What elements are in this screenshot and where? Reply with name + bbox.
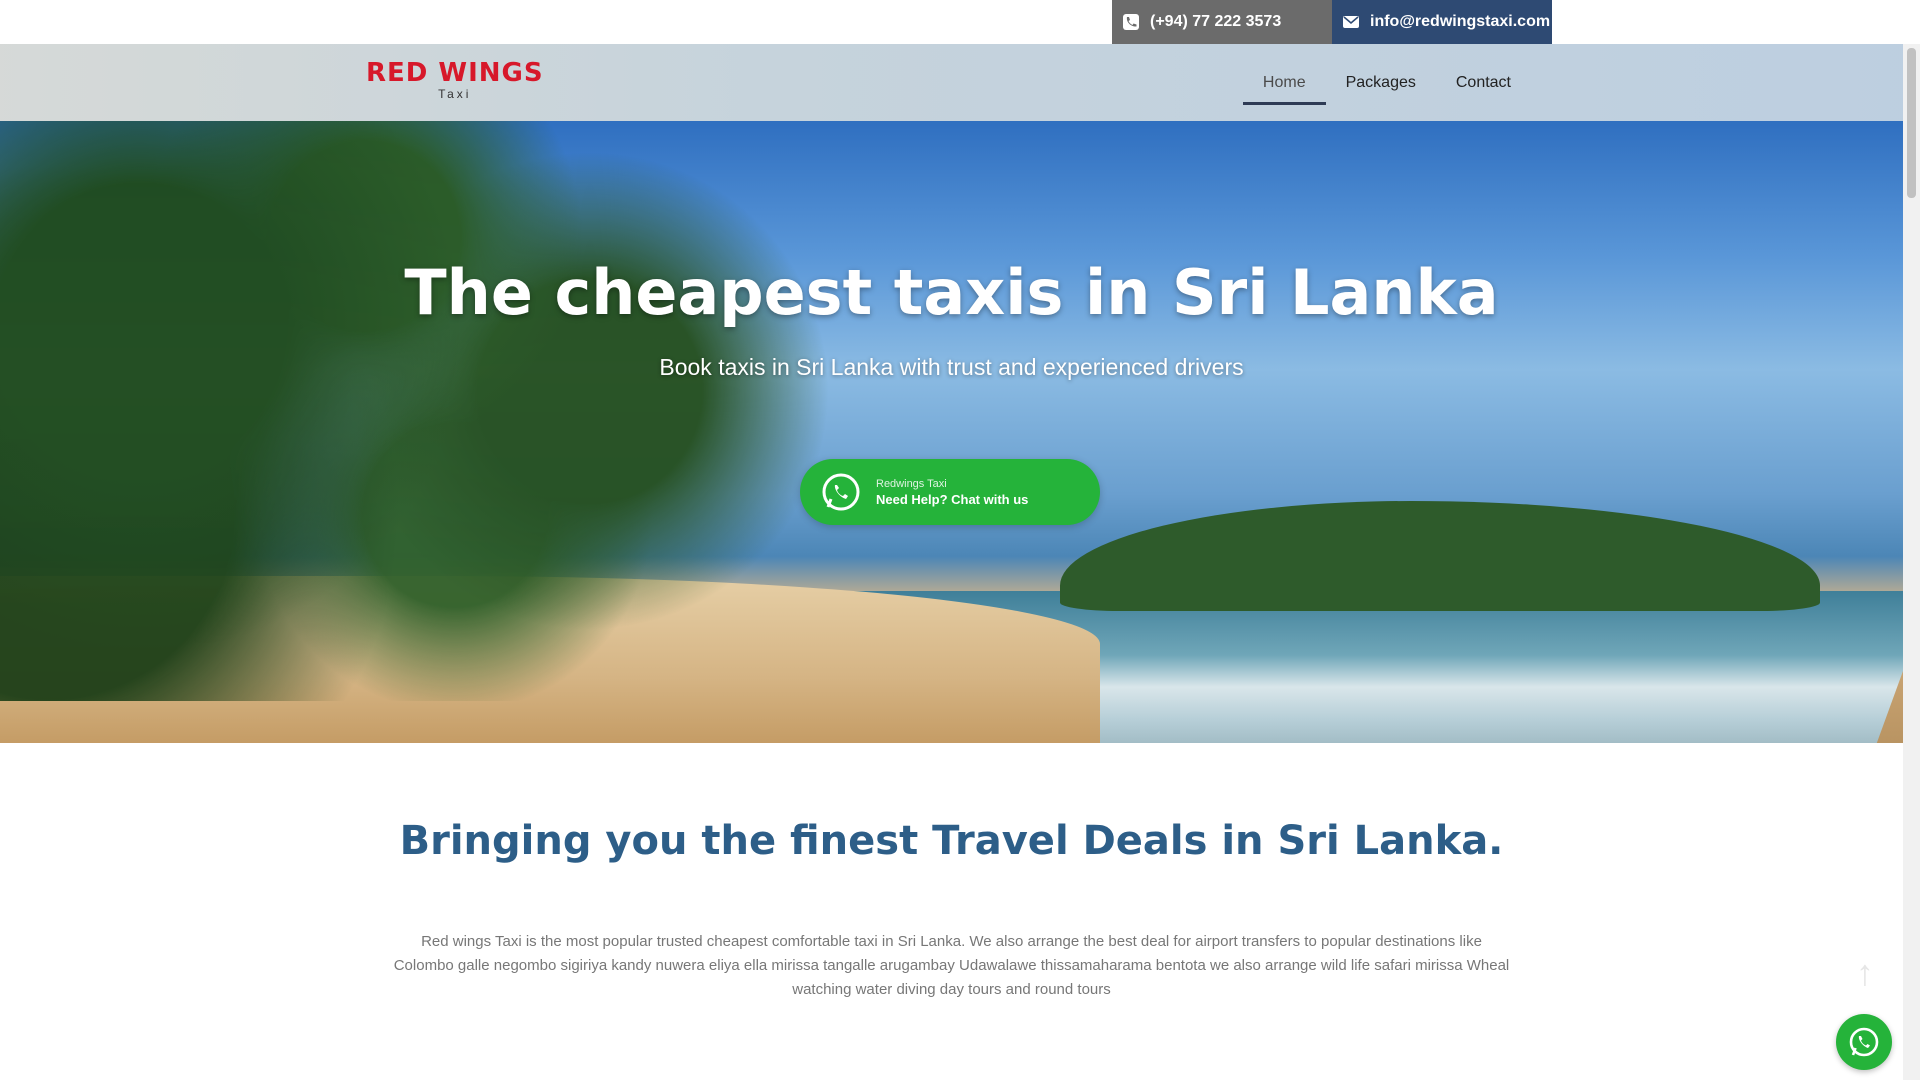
arrow-up-icon: ↑: [1856, 952, 1874, 993]
logo-subtitle: Taxi: [438, 87, 472, 101]
main-nav: Home Packages Contact: [1242, 44, 1531, 121]
nav-packages[interactable]: Packages: [1326, 44, 1436, 121]
section-heading: Bringing you the finest Travel Deals in …: [399, 818, 1504, 864]
site-header: RED WINGS Taxi Home Packages Contact: [0, 44, 1903, 121]
whatsapp-chat-button[interactable]: Redwings Taxi Need Help? Chat with us: [800, 459, 1100, 525]
hero-banner: The cheapest taxis in Sri Lanka Book tax…: [0, 121, 1903, 743]
site-logo[interactable]: RED WINGS Taxi: [366, 58, 544, 101]
whatsapp-float-button[interactable]: [1836, 1014, 1892, 1070]
whatsapp-icon: [1847, 1025, 1881, 1059]
chat-prompt: Need Help? Chat with us: [876, 491, 1029, 507]
page-scrollbar[interactable]: [1903, 44, 1920, 1080]
phone-contact[interactable]: (+94) 77 222 3573: [1112, 0, 1332, 44]
nav-contact[interactable]: Contact: [1436, 44, 1531, 121]
whatsapp-icon: [820, 471, 862, 513]
hero-subtitle: Book taxis in Sri Lanka with trust and e…: [659, 354, 1244, 380]
email-address: info@redwingstaxi.com: [1370, 13, 1551, 30]
section-paragraph: Red wings Taxi is the most popular trust…: [393, 933, 1510, 998]
hero-palm-trees: [0, 121, 860, 701]
mail-icon: [1342, 13, 1360, 31]
hero-island: [1060, 501, 1820, 611]
phone-number: (+94) 77 222 3573: [1150, 13, 1282, 30]
nav-home[interactable]: Home: [1242, 44, 1326, 121]
scrollbar-thumb[interactable]: [1907, 48, 1916, 198]
chat-brand: Redwings Taxi: [876, 477, 947, 490]
logo-title: RED WINGS: [366, 58, 544, 88]
hero-title: The cheapest taxis in Sri Lanka: [404, 256, 1499, 329]
top-contact-bar: (+94) 77 222 3573 info@redwingstaxi.com: [0, 0, 1920, 44]
back-to-top-button[interactable]: ↑: [1850, 952, 1880, 993]
phone-icon: [1122, 13, 1140, 31]
email-contact[interactable]: info@redwingstaxi.com: [1332, 0, 1552, 44]
